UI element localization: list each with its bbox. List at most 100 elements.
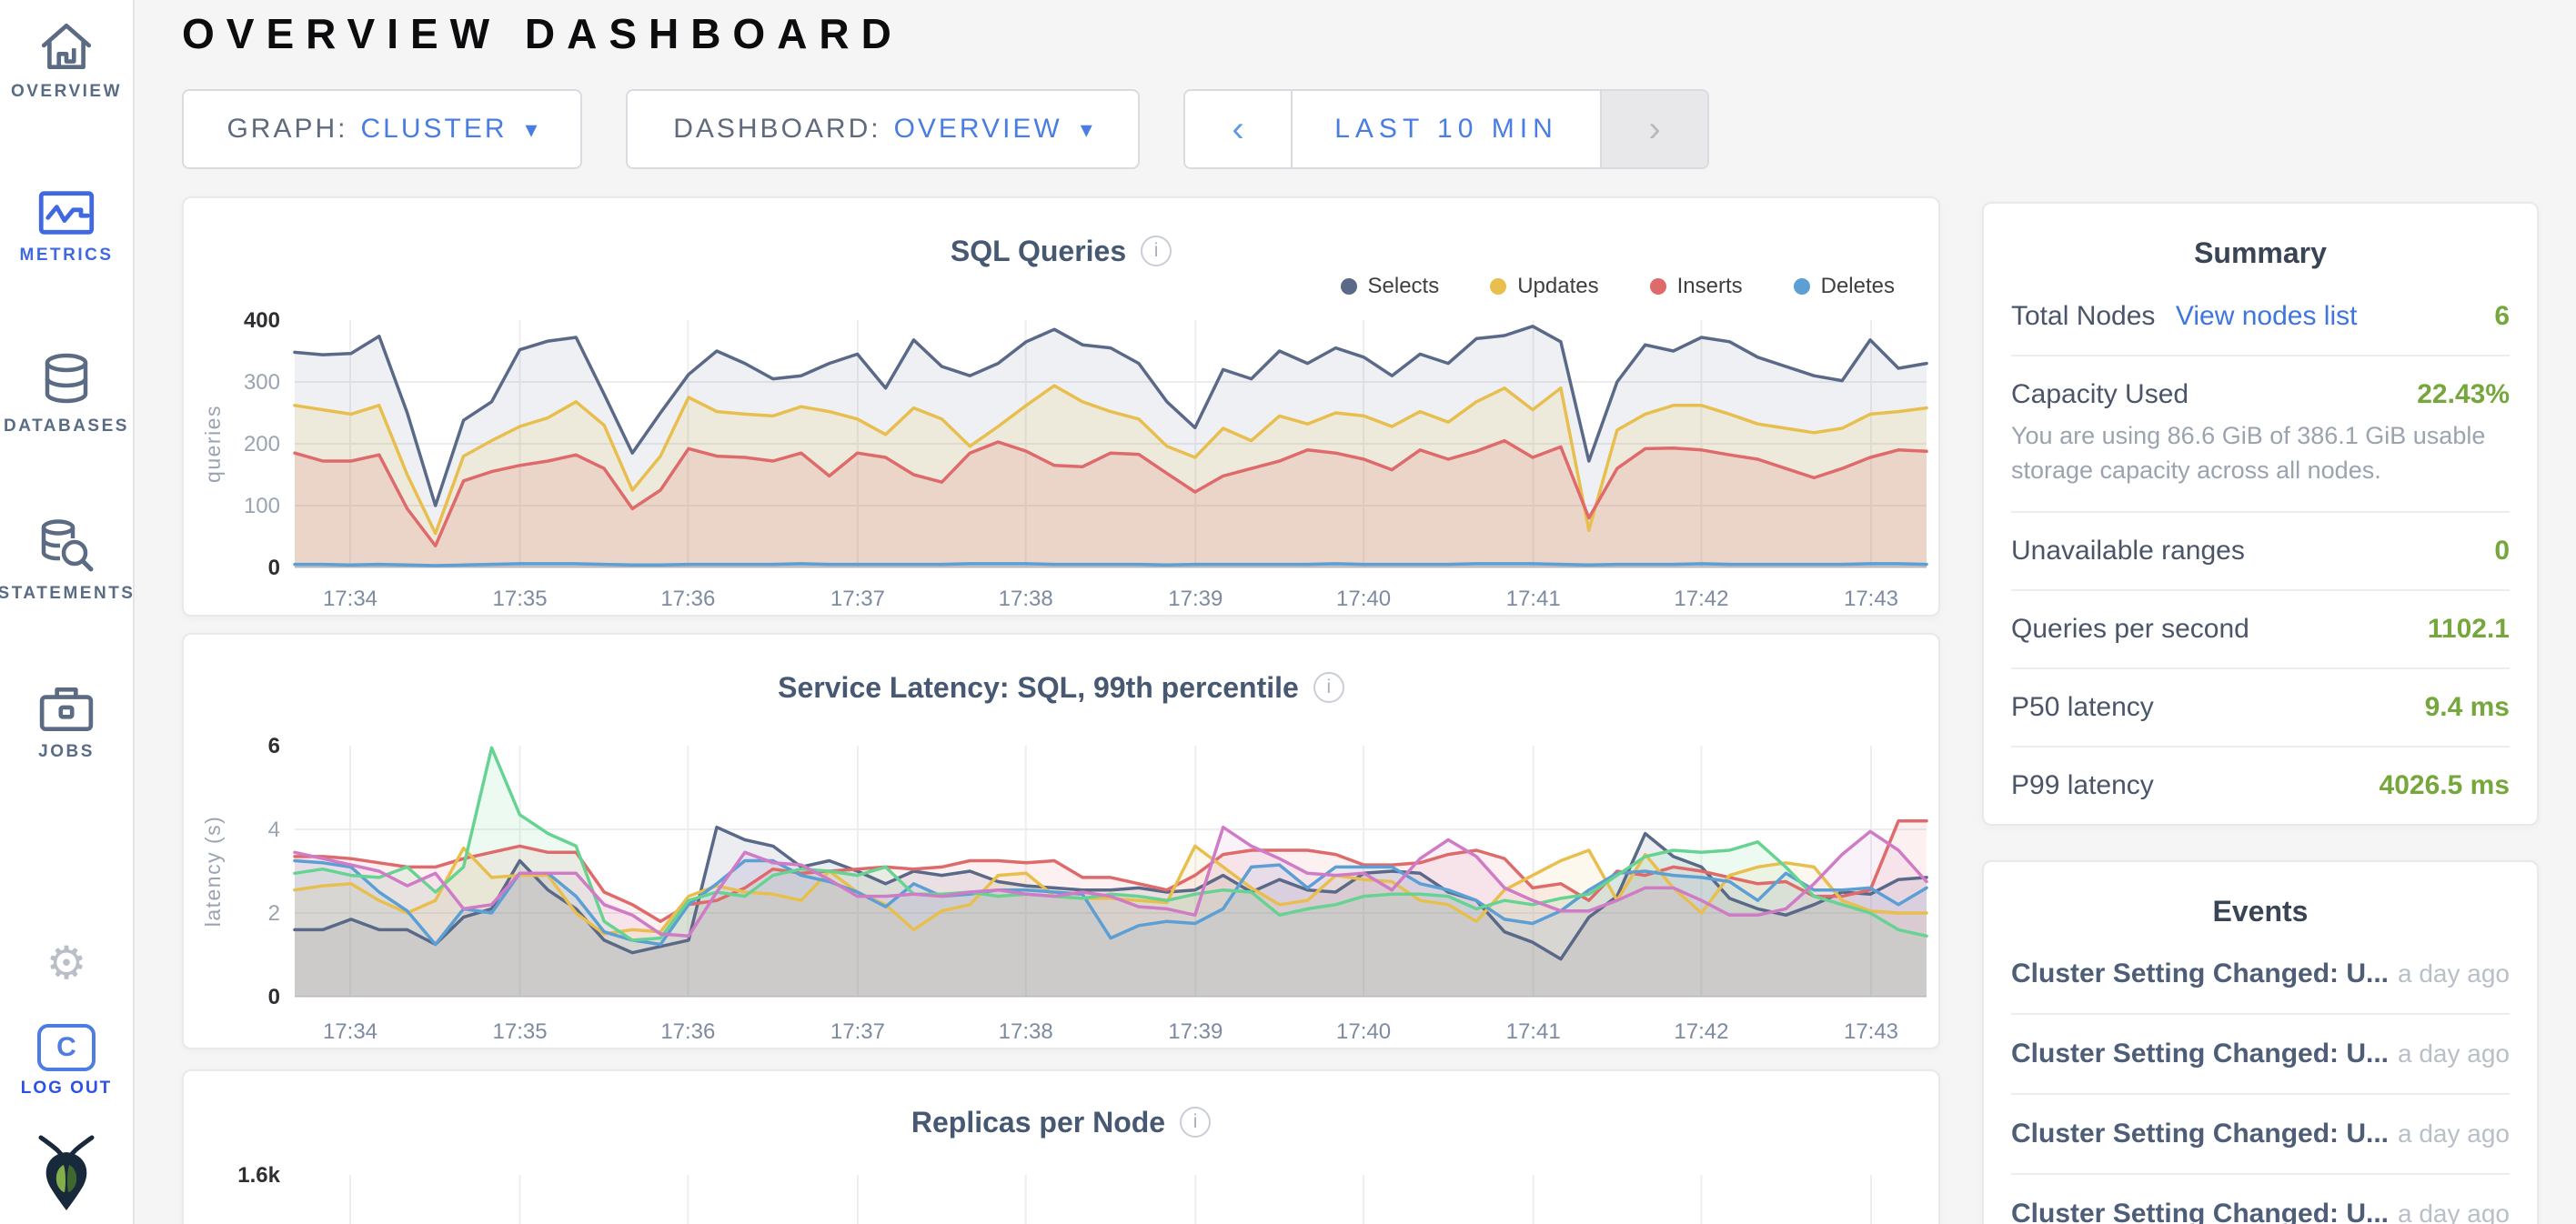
home-icon [38, 20, 95, 73]
cockroach-c-icon: C [37, 1024, 96, 1071]
sidebar: OVERVIEW METRICS DATABASES [0, 0, 135, 1224]
service-latency-chart-card: Service Latency: SQL, 99th percentile i … [182, 633, 1940, 1049]
summary-row-total-nodes: Total Nodes View nodes list 6 [2011, 278, 2510, 355]
sidebar-item-label: STATEMENTS [0, 584, 135, 604]
dashboard-dropdown[interactable]: DASHBOARD: OVERVIEW ▾ [626, 89, 1140, 169]
event-row[interactable]: Cluster Setting Changed: U... a day ago [2011, 1175, 2510, 1224]
chart-header: Service Latency: SQL, 99th percentile i [184, 667, 1938, 707]
time-window-control: ‹ LAST 10 MIN › [1183, 89, 1709, 169]
summary-value: 22.43% [2417, 379, 2510, 410]
svg-text:17:34: 17:34 [323, 587, 377, 611]
sql-queries-chart[interactable]: 17:3417:3517:3617:3717:3817:3917:4017:41… [193, 306, 1934, 615]
svg-text:17:38: 17:38 [999, 1019, 1053, 1044]
sidebar-item-jobs[interactable]: JOBS [0, 684, 133, 762]
legend-dot [1794, 278, 1810, 295]
metrics-chart-icon [37, 189, 96, 236]
sidebar-item-statements[interactable]: STATEMENTS [0, 518, 133, 604]
statements-search-icon [38, 518, 95, 575]
chart-header: Replicas per Node i [184, 1102, 1938, 1142]
chart-legend: Selects Updates Inserts Deletes [184, 273, 1938, 300]
sidebar-item-label: METRICS [20, 246, 114, 266]
legend-item-deletes[interactable]: Deletes [1794, 274, 1895, 299]
service-latency-chart[interactable]: 17:3417:3517:3617:3717:3817:3917:4017:41… [193, 713, 1934, 1048]
svg-text:400: 400 [244, 308, 280, 333]
logout-label: LOG OUT [21, 1079, 113, 1099]
svg-text:17:43: 17:43 [1844, 1019, 1898, 1044]
summary-label: Capacity Used [2011, 379, 2189, 410]
view-nodes-list-link[interactable]: View nodes list [2176, 301, 2358, 331]
summary-value: 4026.5 ms [2380, 770, 2510, 801]
logout-button[interactable]: C LOG OUT [21, 1024, 113, 1099]
svg-text:17:42: 17:42 [1674, 1019, 1728, 1044]
svg-text:17:43: 17:43 [1844, 587, 1898, 611]
dashboard-dropdown-value: OVERVIEW [894, 114, 1062, 145]
legend-dot [1650, 278, 1666, 295]
chevron-down-icon: ▾ [526, 115, 538, 144]
summary-value: 1102.1 [2428, 614, 2510, 645]
svg-text:17:40: 17:40 [1336, 587, 1391, 611]
legend-item-selects[interactable]: Selects [1341, 274, 1440, 299]
svg-text:17:36: 17:36 [660, 587, 715, 611]
sidebar-item-overview[interactable]: OVERVIEW [0, 20, 133, 102]
briefcase-icon [38, 684, 95, 733]
event-row[interactable]: Cluster Setting Changed: U... a day ago [2011, 935, 2510, 1015]
page-title: OVERVIEW DASHBOARD [182, 9, 1940, 58]
event-row[interactable]: Cluster Setting Changed: U... a day ago [2011, 1015, 2510, 1095]
chevron-left-icon: ‹ [1232, 109, 1243, 150]
svg-text:17:35: 17:35 [493, 1019, 548, 1044]
event-row[interactable]: Cluster Setting Changed: U... a day ago [2011, 1095, 2510, 1175]
info-icon[interactable]: i [1180, 1107, 1211, 1138]
chart-header: SQL Queries i [184, 231, 1938, 271]
database-icon [39, 351, 94, 407]
chevron-right-icon: › [1648, 109, 1660, 150]
right-column: Summary Total Nodes View nodes list 6 Ca… [1982, 202, 2539, 1224]
svg-text:17:41: 17:41 [1506, 587, 1561, 611]
summary-panel: Summary Total Nodes View nodes list 6 Ca… [1982, 202, 2539, 826]
svg-text:17:35: 17:35 [493, 587, 548, 611]
graph-dropdown-value: CLUSTER [360, 114, 507, 145]
sidebar-item-label: DATABASES [4, 416, 129, 436]
next-time-button[interactable]: › [1600, 91, 1707, 167]
info-icon[interactable]: i [1141, 236, 1172, 266]
summary-title: Summary [2011, 236, 2510, 276]
summary-value: 0 [2494, 536, 2510, 567]
sidebar-item-label: JOBS [38, 742, 95, 762]
prev-time-button[interactable]: ‹ [1185, 91, 1293, 167]
replicas-per-node-chart[interactable]: 1.6k [193, 1148, 1934, 1224]
legend-item-updates[interactable]: Updates [1490, 274, 1598, 299]
chart-title: Service Latency: SQL, 99th percentile [778, 671, 1299, 705]
svg-text:17:37: 17:37 [830, 1019, 885, 1044]
svg-text:17:34: 17:34 [323, 1019, 377, 1044]
svg-text:1.6k: 1.6k [237, 1163, 280, 1188]
svg-text:latency (s): latency (s) [201, 816, 225, 928]
chart-title: SQL Queries [951, 235, 1126, 268]
graph-dropdown-label: GRAPH: [226, 114, 347, 145]
svg-text:17:38: 17:38 [999, 587, 1053, 611]
time-window-label[interactable]: LAST 10 MIN [1293, 91, 1600, 167]
svg-text:100: 100 [244, 494, 280, 518]
cockroachdb-logo-icon [34, 1133, 99, 1211]
svg-text:17:37: 17:37 [830, 587, 885, 611]
replicas-per-node-chart-card: Replicas per Node i 1.6k [182, 1069, 1940, 1224]
svg-text:17:41: 17:41 [1506, 1019, 1561, 1044]
summary-label: P99 latency [2011, 770, 2154, 801]
sidebar-item-databases[interactable]: DATABASES [0, 351, 133, 436]
svg-text:4: 4 [268, 818, 280, 842]
svg-text:2: 2 [268, 901, 280, 926]
graph-dropdown[interactable]: GRAPH: CLUSTER ▾ [182, 89, 582, 169]
settings-gear-icon[interactable]: ⚙ [46, 940, 87, 986]
svg-text:17:42: 17:42 [1674, 587, 1728, 611]
summary-value: 9.4 ms [2425, 692, 2510, 723]
summary-row-capacity: Capacity Used 22.43% You are using 86.6 … [2011, 355, 2510, 511]
info-icon[interactable]: i [1313, 672, 1344, 703]
svg-text:200: 200 [244, 432, 280, 456]
legend-item-inserts[interactable]: Inserts [1650, 274, 1743, 299]
summary-label: Unavailable ranges [2011, 536, 2245, 567]
legend-dot [1490, 278, 1506, 295]
svg-text:0: 0 [268, 985, 280, 1009]
main-column: OVERVIEW DASHBOARD GRAPH: CLUSTER ▾ DASH… [182, 0, 1940, 1224]
svg-text:queries: queries [201, 405, 225, 483]
dashboard-dropdown-label: DASHBOARD: [673, 114, 880, 145]
legend-dot [1341, 278, 1357, 295]
sidebar-item-metrics[interactable]: METRICS [0, 189, 133, 266]
